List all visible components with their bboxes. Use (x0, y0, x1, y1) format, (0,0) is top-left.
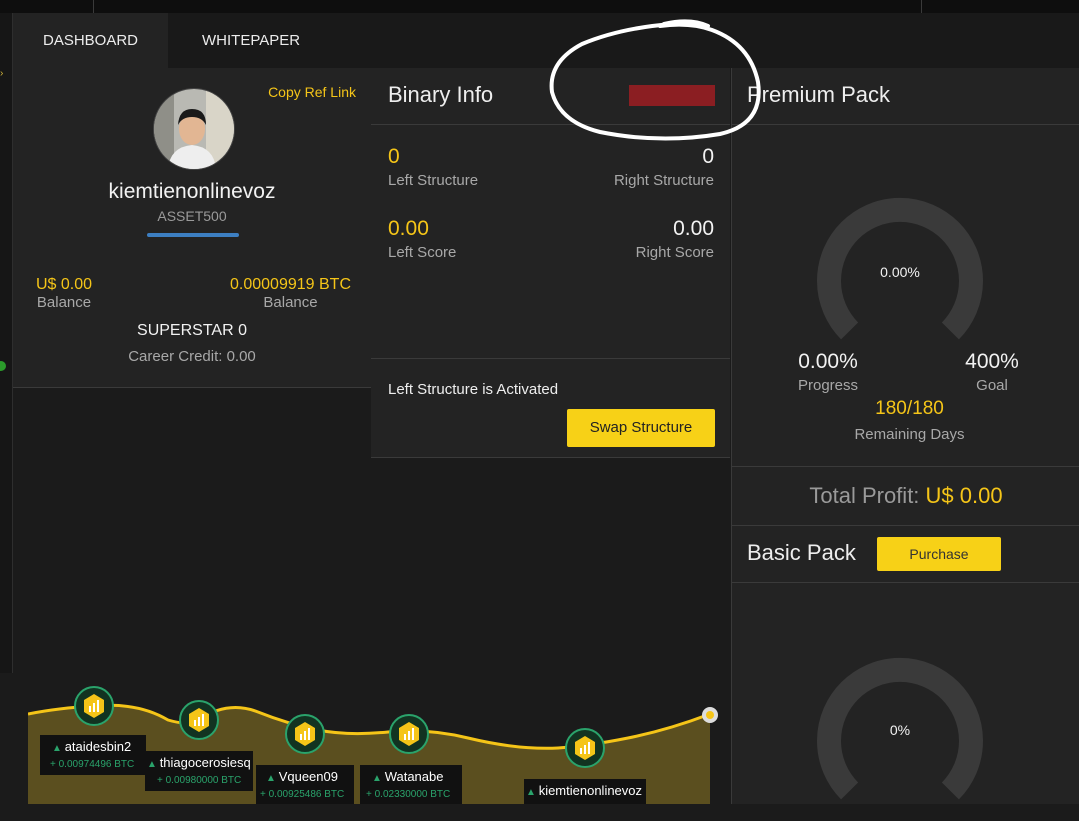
progress-value: 0.00% (798, 350, 858, 373)
left-score-value: 0.00 (388, 217, 429, 240)
left-structure-value: 0 (388, 145, 400, 168)
right-score-value: 0.00 (673, 217, 714, 240)
rank-user-label: ▲ Watanabe + 0.02330000 BTC (360, 765, 462, 804)
rank-user-label: ▲ Vqueen09 + 0.00925486 BTC (256, 765, 354, 804)
rank-user-label: ▲ ataidesbin2 + 0.00974496 BTC (40, 735, 146, 775)
right-structure-label: Right Structure (613, 172, 714, 189)
username: kiemtienonlinevoz (108, 180, 276, 203)
balance-btc-amount: 0.00009919 BTC (230, 276, 351, 293)
status-badge (629, 85, 715, 106)
top-nav: DASHBOARD WHITEPAPER (13, 13, 1079, 68)
purchase-button[interactable]: Purchase (877, 537, 1001, 571)
binary-info-card: Binary Info 0 0 Left Structure Right Str… (371, 68, 730, 458)
rank-user-label: ▲ kiemtienonlinevoz (524, 779, 646, 804)
packs-panel: Premium Pack 0.00% 0.00% Progress 400% G… (731, 68, 1079, 804)
swap-structure-button[interactable]: Swap Structure (567, 409, 715, 447)
balance-btc-label: Balance (263, 294, 318, 311)
balance-btc: 0.00009919 BTC Balance (230, 276, 351, 311)
left-structure-label: Left Structure (388, 172, 479, 189)
left-score-label: Left Score (388, 244, 457, 261)
left-edge-panel: › (0, 13, 13, 673)
divider (732, 582, 1079, 583)
rank-badge-icon (285, 714, 325, 754)
ranking-graph: ▲ ataidesbin2 + 0.00974496 BTC ▲ thiagoc… (28, 680, 718, 804)
divider (371, 358, 730, 359)
rank-user-name: Vqueen09 (278, 769, 338, 784)
avatar (153, 88, 235, 170)
rank-user-btc: + 0.02330000 BTC (366, 789, 451, 800)
pack-underline (147, 233, 239, 237)
balance-usd-amount: U$ 0.00 (35, 276, 93, 293)
career-credit: Career Credit: 0.00 (128, 348, 256, 365)
remaining-days-label: Remaining Days (854, 426, 965, 443)
binary-header: Binary Info (371, 68, 730, 125)
status-dot (0, 361, 6, 371)
structure-status: Left Structure is Activated (388, 381, 559, 398)
tab-dashboard[interactable]: DASHBOARD (13, 13, 169, 68)
rank-user-name: kiemtienonlinevoz (538, 783, 643, 798)
divider (371, 457, 730, 458)
basic-gauge-text: 0% (889, 722, 911, 738)
rank-user-btc: + 0.00925486 BTC (260, 789, 345, 800)
window-top-strip (0, 0, 1079, 13)
rank-user-name: ataidesbin2 (64, 739, 132, 754)
strip-divider (93, 0, 94, 13)
rank: SUPERSTAR 0 (137, 322, 247, 339)
goal-value: 400% (965, 350, 1019, 373)
rank-user-name: Watanabe (384, 769, 444, 784)
balance-usd: U$ 0.00 Balance (33, 276, 95, 311)
basic-pack-title: Basic Pack (747, 540, 856, 565)
rank-user-name: thiagocerosiesq (159, 755, 251, 770)
edge-mark: › (0, 68, 4, 79)
goal-label: Goal (976, 377, 1008, 394)
balance-usd-label: Balance (36, 294, 92, 311)
profile-card: Copy Ref Link kiemtienonlinevoz ASSET500… (13, 68, 372, 388)
rank-badge-icon (179, 700, 219, 740)
premium-gauge-text: 0.00% (880, 264, 920, 280)
rank-user-label: ▲ thiagocerosiesq + 0.00980000 BTC (145, 751, 253, 791)
rank-user-btc: + 0.00980000 BTC (157, 775, 242, 786)
rank-badge-icon (74, 686, 114, 726)
rank-badge-icon (389, 714, 429, 754)
premium-header: Premium Pack (732, 68, 1079, 125)
total-profit-label: Total Profit: (809, 483, 920, 508)
right-score-label: Right Score (635, 244, 714, 261)
rank-user-btc: + 0.00974496 BTC (50, 759, 135, 770)
total-profit-value: U$ 0.00 (925, 483, 1003, 508)
premium-title: Premium Pack (747, 82, 891, 107)
remaining-days-value: 180/180 (875, 398, 944, 419)
strip-divider (921, 0, 922, 13)
progress-label: Progress (797, 377, 859, 394)
tab-whitepaper[interactable]: WHITEPAPER (172, 13, 330, 68)
copy-ref-link[interactable]: Copy Ref Link (268, 84, 356, 100)
rank-badge-icon (565, 728, 605, 768)
binary-title: Binary Info (388, 82, 494, 107)
right-structure-value: 0 (702, 145, 714, 168)
total-profit: Total Profit: U$ 0.00 (732, 466, 1079, 526)
pack-name: ASSET500 (157, 208, 227, 224)
